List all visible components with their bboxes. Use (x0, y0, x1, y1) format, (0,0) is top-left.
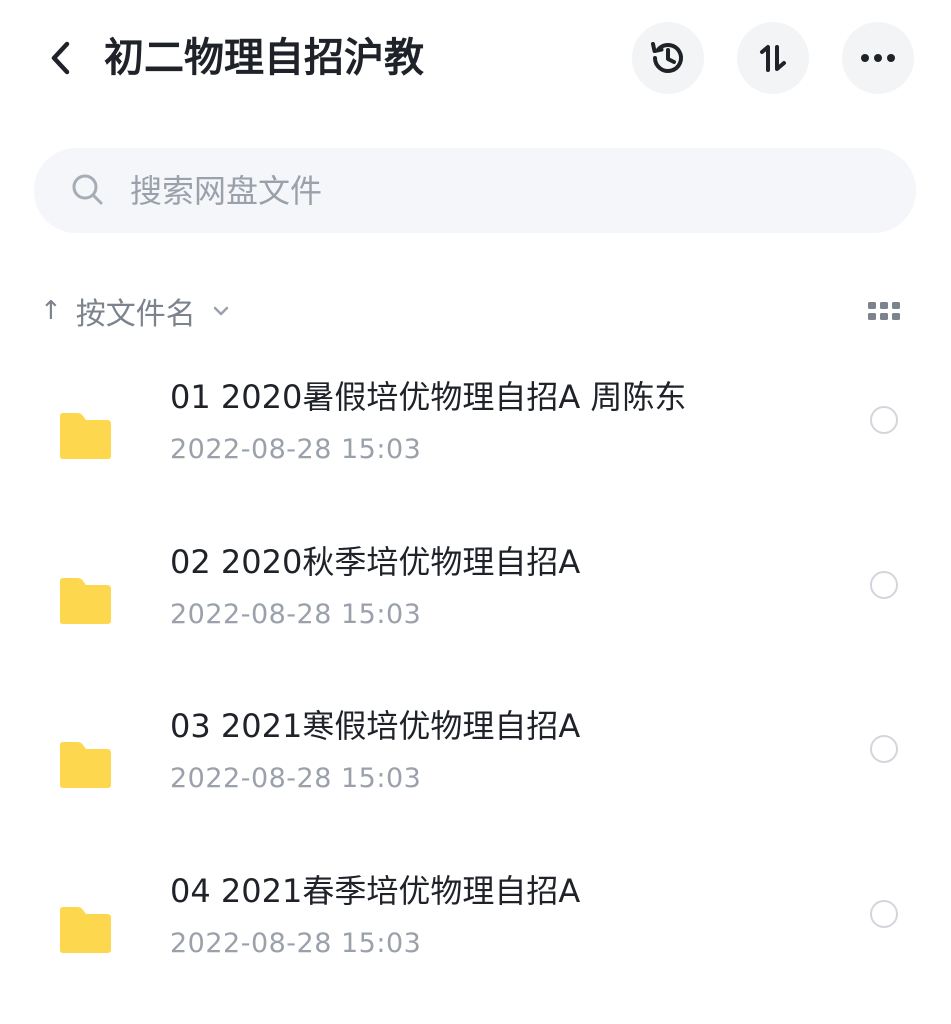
sort-label: 按文件名 (75, 297, 196, 332)
sort-direction-icon: ↑ (40, 296, 62, 326)
back-button[interactable] (38, 36, 82, 80)
file-date: 2022-08-28 15:03 (170, 928, 422, 959)
more-icon (861, 54, 895, 62)
more-button[interactable] (842, 22, 914, 94)
folder-icon (60, 742, 111, 788)
folder-icon (60, 578, 111, 624)
grid-view-icon[interactable] (864, 296, 904, 326)
sort-by-name-control[interactable]: ↑ 按文件名 (40, 282, 230, 340)
select-radio[interactable] (870, 406, 898, 434)
file-date: 2022-08-28 15:03 (170, 434, 422, 465)
file-name: 03 2021寒假培优物理自招A (170, 707, 581, 745)
list-item[interactable]: 01 2020暑假培优物理自招A 周陈东 2022-08-28 15:03 (0, 372, 951, 522)
chevron-left-icon (51, 41, 70, 75)
folder-icon (60, 907, 111, 953)
select-radio[interactable] (870, 735, 898, 763)
history-button[interactable] (632, 22, 704, 94)
file-date: 2022-08-28 15:03 (170, 763, 422, 794)
history-icon (651, 42, 683, 73)
page-title: 初二物理自招沪教 (104, 35, 424, 81)
list-item[interactable]: 03 2021寒假培优物理自招A 2022-08-28 15:03 (0, 701, 951, 851)
chevron-down-icon (213, 306, 229, 316)
file-name: 01 2020暑假培优物理自招A 周陈东 (170, 378, 687, 416)
sort-bar: ↑ 按文件名 (0, 282, 951, 340)
file-browser-page: 初二物理自招沪教 搜索网盘文件 ↑ 按文件名 01 2020暑假培优物理自招A … (0, 0, 951, 1024)
file-date: 2022-08-28 15:03 (170, 599, 422, 630)
search-input[interactable]: 搜索网盘文件 (130, 166, 322, 216)
list-item[interactable]: 04 2021春季培优物理自招A 2022-08-28 15:03 (0, 866, 951, 1016)
file-name: 02 2020秋季培优物理自招A (170, 543, 581, 581)
select-radio[interactable] (870, 571, 898, 599)
file-name: 04 2021春季培优物理自招A (170, 872, 581, 910)
search-icon (72, 174, 103, 205)
sort-button[interactable] (737, 22, 809, 94)
header-bar: 初二物理自招沪教 (0, 0, 951, 118)
sort-icon (760, 45, 786, 72)
folder-icon (60, 413, 111, 459)
select-radio[interactable] (870, 900, 898, 928)
list-item[interactable]: 02 2020秋季培优物理自招A 2022-08-28 15:03 (0, 537, 951, 687)
